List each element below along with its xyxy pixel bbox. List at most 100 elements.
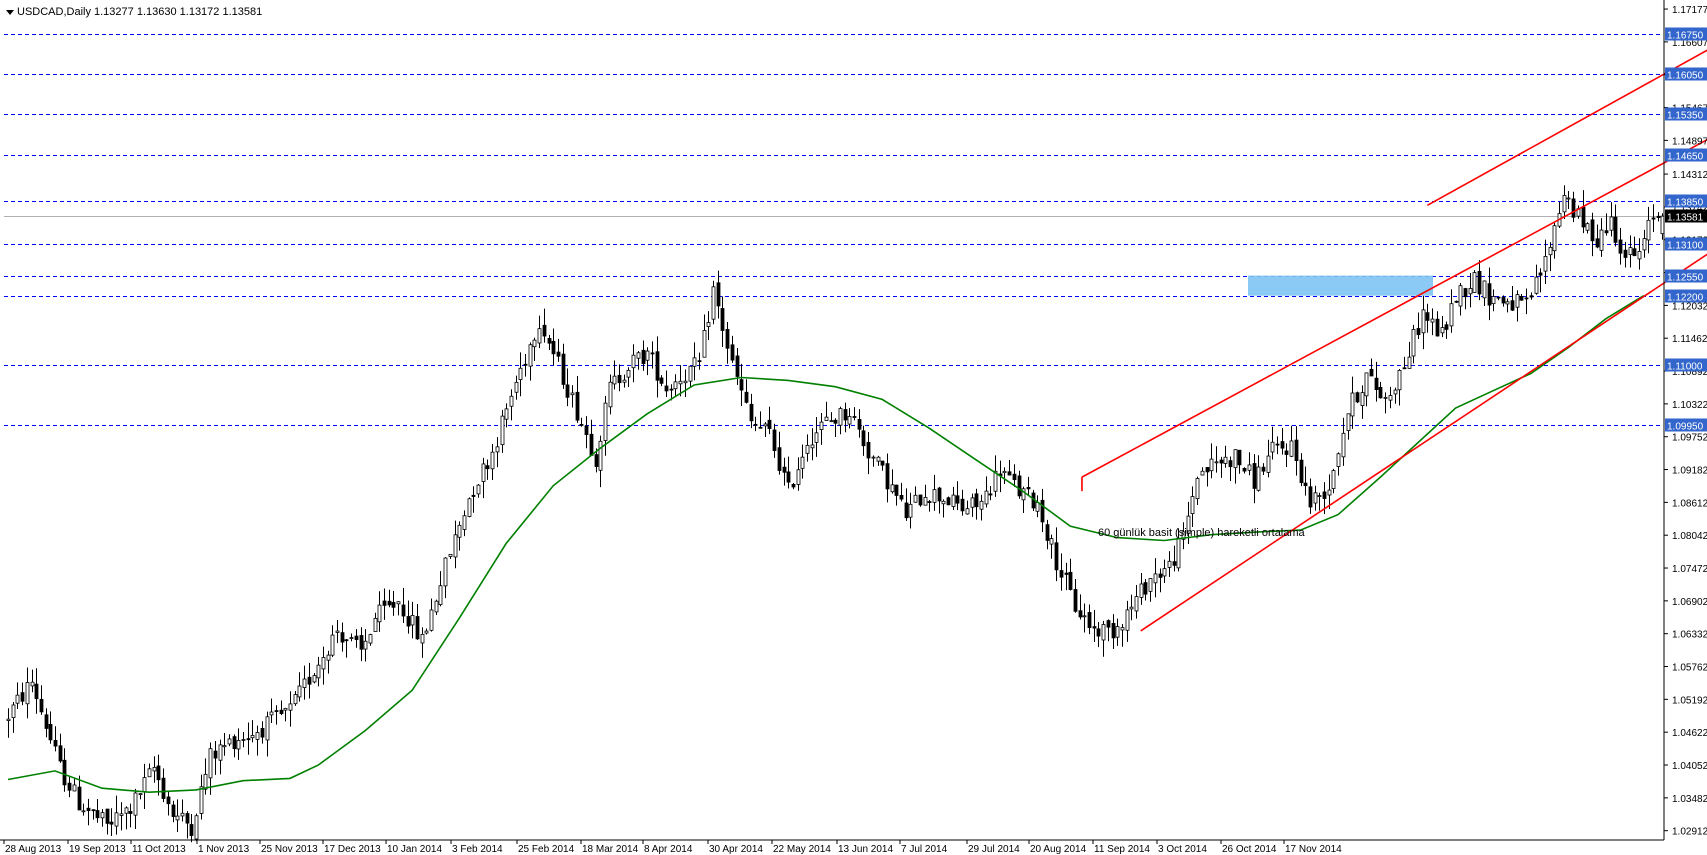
candle-body — [114, 812, 119, 827]
candle-body — [1294, 439, 1299, 462]
candle-body — [335, 630, 340, 633]
time-tick-label: 7 Jul 2014 — [901, 844, 948, 855]
candle-body — [1172, 561, 1177, 566]
level-label: 1.13850 — [1667, 198, 1704, 209]
candle-body — [368, 634, 373, 644]
candle-body — [142, 777, 147, 793]
candle-body — [1017, 475, 1022, 497]
candle-body — [979, 500, 984, 510]
candle-body — [805, 445, 810, 454]
candle-body — [410, 615, 415, 626]
time-tick-label: 11 Sep 2014 — [1094, 844, 1150, 855]
candle-body — [44, 714, 49, 729]
candle-body — [645, 350, 650, 361]
candle-body — [312, 675, 317, 683]
candle-body — [1449, 303, 1454, 327]
candle-body — [1623, 249, 1628, 258]
candle-body — [1510, 300, 1515, 311]
candle-body — [420, 633, 425, 644]
candle-body — [1096, 628, 1101, 637]
candle-body — [753, 423, 758, 426]
candle-body — [1581, 206, 1586, 228]
candle-body — [1538, 272, 1543, 276]
candle-body — [1092, 626, 1097, 629]
level-label: 1.13100 — [1667, 241, 1704, 252]
candle-body — [955, 495, 960, 504]
candle-body — [1115, 626, 1120, 638]
candle-body — [490, 451, 495, 470]
candle-body — [608, 381, 613, 408]
time-tick-label: 22 May 2014 — [773, 844, 831, 855]
candle-body — [1120, 627, 1125, 631]
candle-body — [15, 694, 20, 704]
candle-body — [213, 750, 218, 759]
candle-body — [720, 308, 725, 331]
candle-body — [1454, 300, 1459, 303]
candle-body — [673, 381, 678, 390]
candle-body — [946, 497, 951, 506]
candle-body — [25, 682, 30, 705]
candle-body — [857, 419, 862, 430]
candle-body — [537, 328, 542, 344]
candle-body — [1590, 219, 1595, 242]
candle-body — [1040, 499, 1045, 523]
price-tick-label: 1.05192 — [1672, 695, 1707, 706]
candle-body — [1125, 609, 1130, 631]
candle-body — [443, 557, 448, 587]
candle-body — [330, 634, 335, 656]
price-chart[interactable]: 1.171771.166071.160371.154671.148971.143… — [0, 0, 1707, 855]
candle-body — [100, 812, 105, 819]
candle-body — [824, 416, 829, 421]
candle-body — [1440, 327, 1445, 334]
candle-body — [1444, 324, 1449, 330]
candle-body — [1463, 288, 1468, 298]
candle-body — [467, 498, 472, 517]
candle-body — [1491, 296, 1496, 305]
candle-body — [1487, 283, 1492, 306]
candle-body — [1106, 620, 1111, 628]
candle-body — [269, 711, 274, 716]
candle-body — [1628, 247, 1633, 256]
candle-body — [1111, 623, 1116, 639]
candle-body — [1190, 496, 1195, 515]
candle-body — [1397, 369, 1402, 391]
candle-body — [1346, 413, 1351, 431]
candle-body — [692, 357, 697, 367]
candle-body — [1609, 216, 1614, 231]
candle-body — [683, 380, 688, 384]
candle-body — [424, 630, 429, 634]
candle-body — [124, 807, 129, 814]
candle-body — [1341, 432, 1346, 458]
candle-body — [739, 379, 744, 391]
candle-body — [866, 442, 871, 459]
level-label: 1.15350 — [1667, 111, 1704, 122]
price-tick-label: 1.09752 — [1672, 433, 1707, 444]
candle-body — [1515, 294, 1520, 308]
candle-body — [678, 380, 683, 385]
candle-body — [354, 635, 359, 640]
candle-body — [241, 739, 246, 741]
candle-body — [91, 809, 96, 812]
candle-body — [1073, 589, 1078, 612]
time-tick-label: 3 Feb 2014 — [452, 844, 503, 855]
candle-body — [171, 804, 176, 817]
channel-upper-line — [1081, 138, 1707, 478]
candle-body — [1595, 238, 1600, 248]
candle-body — [1355, 392, 1360, 403]
candle-body — [777, 447, 782, 471]
candle-body — [1407, 356, 1412, 369]
candle-body — [250, 735, 255, 739]
candle-body — [1256, 466, 1261, 491]
candle-body — [227, 738, 232, 745]
candle-body — [1275, 443, 1280, 446]
candle-body — [570, 392, 575, 396]
candle-body — [890, 484, 895, 493]
time-tick-label: 17 Nov 2014 — [1285, 844, 1342, 855]
candle-body — [664, 385, 669, 392]
price-tick-label: 1.14897 — [1672, 136, 1707, 147]
candle-body — [725, 329, 730, 349]
candle-body — [655, 351, 660, 381]
candle-body — [316, 664, 321, 679]
candle-body — [1421, 309, 1426, 334]
candle-body — [1350, 392, 1355, 417]
